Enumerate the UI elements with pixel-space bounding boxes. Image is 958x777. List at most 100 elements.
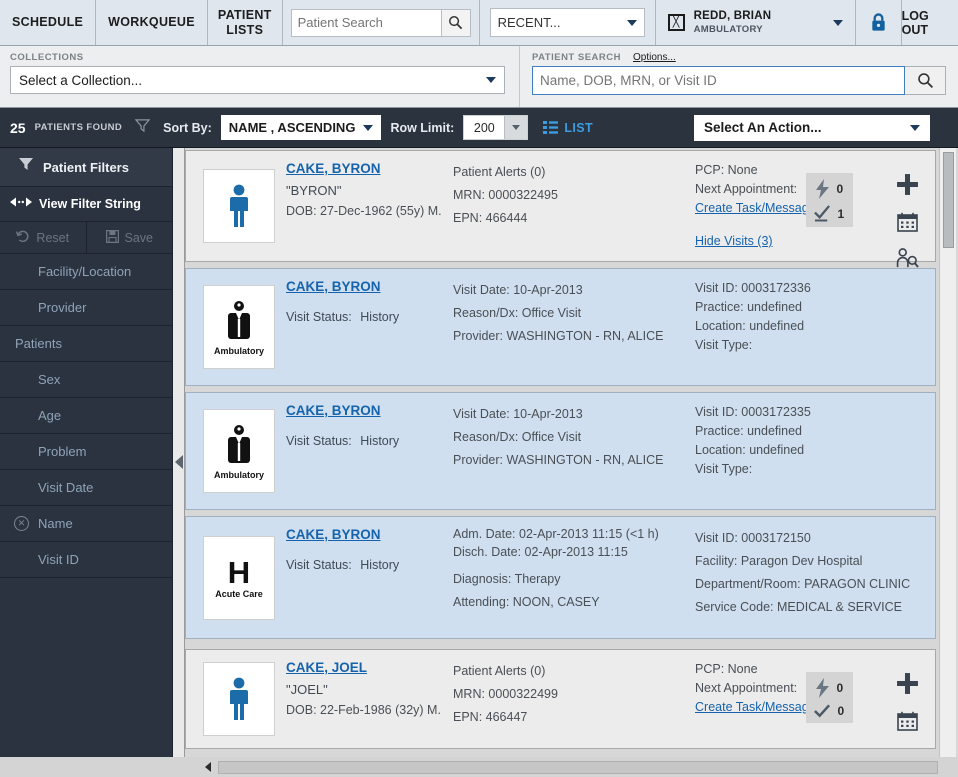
patient-card[interactable]: CAKE, BYRON "BYRON" DOB: 27-Dec-1962 (55… <box>185 150 936 262</box>
visit-card[interactable]: H Acute Care CAKE, BYRON Visit Status: H… <box>185 516 936 639</box>
visit-identity-column: CAKE, BYRON Visit Status: History <box>278 517 453 638</box>
patient-filters-header[interactable]: Patient Filters <box>0 148 172 187</box>
clear-filter-icon[interactable]: ✕ <box>14 516 29 531</box>
horizontal-scrollbar[interactable] <box>0 757 958 777</box>
collections-dropdown[interactable]: Select a Collection... <box>10 66 505 94</box>
patient-card-list: CAKE, BYRON "BYRON" DOB: 27-Dec-1962 (55… <box>185 150 958 762</box>
reset-filters-button[interactable]: Reset <box>0 222 87 253</box>
sidebar-filter-provider[interactable]: Provider <box>0 290 172 326</box>
add-icon[interactable] <box>896 672 919 700</box>
sidebar-filter-facility-location[interactable]: Facility/Location <box>0 254 172 290</box>
recent-dropdown[interactable]: RECENT... <box>490 8 645 37</box>
lock-button[interactable] <box>856 0 902 45</box>
alerts-badge[interactable]: 0 <box>815 678 845 698</box>
patient-name-link[interactable]: CAKE, BYRON <box>286 527 381 542</box>
visit-status-value: History <box>360 558 399 572</box>
calendar-icon[interactable] <box>897 212 918 237</box>
scroll-left-button[interactable] <box>198 757 218 777</box>
tasks-badge[interactable]: 1 <box>814 205 846 222</box>
sidebar-collapse-handle[interactable] <box>172 148 185 776</box>
filter-actions-row: Reset Save <box>0 222 172 254</box>
search-strip: COLLECTIONS Select a Collection... PATIE… <box>0 46 958 108</box>
vertical-scrollbar[interactable] <box>939 148 956 760</box>
search-button[interactable] <box>441 9 471 37</box>
view-filter-string-button[interactable]: View Filter String <box>0 187 172 222</box>
user-info: REDD, BRIAN AMBULATORY <box>694 10 824 35</box>
patient-mrn: MRN: 0000322499 <box>453 687 683 701</box>
patient-name-link[interactable]: CAKE, BYRON <box>286 279 381 294</box>
row-limit-dropdown[interactable]: 200 <box>463 115 528 140</box>
nav-tab-workqueue[interactable]: WORKQUEUE <box>96 0 208 45</box>
attending: Attending: NOON, CASEY <box>453 595 683 609</box>
visit-id: Visit ID: 0003172335 <box>695 405 935 419</box>
avatar-container <box>186 151 278 261</box>
results-toolbar: 25 PATIENTS FOUND Sort By: NAME , ASCEND… <box>0 108 958 148</box>
sidebar-section-patients[interactable]: Patients <box>0 326 172 362</box>
sidebar-filter-visit-id[interactable]: Visit ID <box>0 542 172 578</box>
sidebar-filter-label: Visit ID <box>38 552 79 567</box>
logout-button[interactable]: LOG OUT <box>902 0 958 45</box>
patient-search-field[interactable] <box>532 66 905 95</box>
sidebar-filter-label: Sex <box>38 372 60 387</box>
chevron-left-icon <box>205 762 211 772</box>
patient-mrn: MRN: 0000322495 <box>453 188 683 202</box>
recent-dropdown-label: RECENT... <box>498 15 561 30</box>
visit-id: Visit ID: 0003172336 <box>695 281 935 295</box>
chevron-down-icon <box>504 116 527 139</box>
visit-card[interactable]: Ambulatory CAKE, BYRON Visit Status: His… <box>185 268 936 386</box>
patient-alias: "JOEL" <box>286 682 453 697</box>
sort-by-dropdown[interactable]: NAME , ASCENDING <box>221 115 382 140</box>
patient-dob: DOB: 22-Feb-1986 (32y) M. <box>286 703 453 717</box>
patient-search-submit[interactable] <box>905 66 946 95</box>
save-disk-icon <box>106 230 119 246</box>
avatar: Ambulatory <box>203 409 275 493</box>
patient-search-input[interactable] <box>291 9 441 37</box>
tasks-badge[interactable]: 0 <box>814 704 846 718</box>
collections-label: COLLECTIONS <box>10 52 505 63</box>
add-icon[interactable] <box>896 173 919 201</box>
avatar <box>203 662 275 736</box>
patient-details-column: Patient Alerts (0) MRN: 0000322499 EPN: … <box>453 650 683 748</box>
avatar-caption: Acute Care <box>215 589 263 599</box>
list-icon <box>543 121 558 134</box>
vertical-scrollbar-thumb[interactable] <box>943 152 954 248</box>
sidebar-filter-problem[interactable]: Problem <box>0 434 172 470</box>
sidebar-filter-age[interactable]: Age <box>0 398 172 434</box>
patient-name-link[interactable]: CAKE, JOEL <box>286 660 367 675</box>
save-filters-button[interactable]: Save <box>87 222 173 253</box>
sidebar-filter-name[interactable]: ✕ Name <box>0 506 172 542</box>
list-view-button[interactable]: LIST <box>543 121 593 135</box>
patient-card[interactable]: CAKE, JOEL "JOEL" DOB: 22-Feb-1986 (32y)… <box>185 649 936 749</box>
visit-location: Location: undefined <box>695 443 935 457</box>
search-options-link[interactable]: Options... <box>633 52 676 63</box>
diagnosis: Diagnosis: Therapy <box>453 572 683 586</box>
view-filter-string-label: View Filter String <box>39 197 141 211</box>
filter-funnel-icon[interactable] <box>135 118 150 138</box>
patient-alerts: Patient Alerts (0) <box>453 664 683 678</box>
check-icon <box>814 704 831 718</box>
visit-status-label: Visit Status: <box>286 558 352 572</box>
visit-card[interactable]: Ambulatory CAKE, BYRON Visit Status: His… <box>185 392 936 510</box>
nav-tab-patient-lists[interactable]: PATIENT LISTS <box>208 0 283 45</box>
sidebar-filter-sex[interactable]: Sex <box>0 362 172 398</box>
patient-name-link[interactable]: CAKE, BYRON <box>286 403 381 418</box>
alerts-badge[interactable]: 0 <box>815 179 845 199</box>
alerts-badge-count: 0 <box>837 182 845 196</box>
avatar <box>203 169 275 243</box>
sidebar-filter-visit-date[interactable]: Visit Date <box>0 470 172 506</box>
sort-by-label: Sort By: <box>163 121 212 135</box>
select-action-dropdown[interactable]: Select An Action... <box>694 115 930 141</box>
patients-found-label: PATIENTS FOUND <box>35 122 123 133</box>
discharge-date: Disch. Date: 02-Apr-2013 11:15 <box>453 545 683 559</box>
hospital-h-icon: H <box>228 557 250 588</box>
patient-epn: EPN: 466444 <box>453 211 683 225</box>
visit-practice: Practice: undefined <box>695 424 935 438</box>
nav-search-group <box>283 0 480 45</box>
patient-name-link[interactable]: CAKE, BYRON <box>286 161 381 176</box>
nav-tab-schedule[interactable]: SCHEDULE <box>0 0 96 45</box>
user-account-menu[interactable]: ╳ REDD, BRIAN AMBULATORY <box>656 0 856 45</box>
calendar-icon[interactable] <box>897 711 918 736</box>
horizontal-scrollbar-thumb[interactable] <box>218 761 938 774</box>
patient-filters-title: Patient Filters <box>43 160 129 175</box>
patient-alias: "BYRON" <box>286 183 453 198</box>
